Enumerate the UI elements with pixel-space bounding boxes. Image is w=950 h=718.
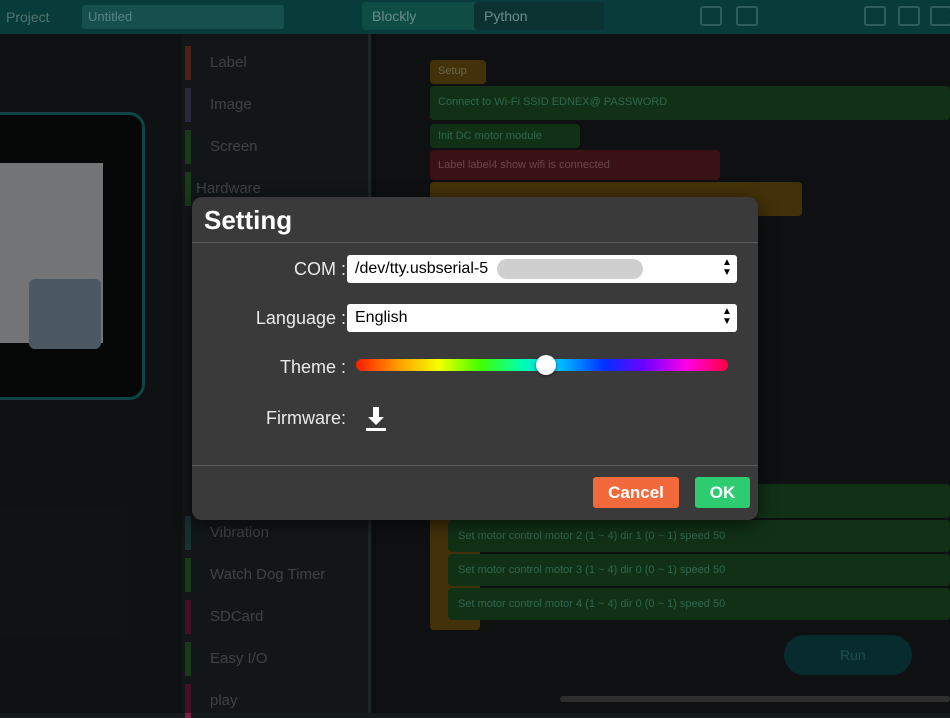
- firmware-label: Firmware:: [266, 408, 346, 428]
- com-select[interactable]: /dev/tty.usbserial-5 ▲ ▼: [347, 255, 737, 283]
- title-divider: [192, 242, 758, 243]
- com-value: /dev/tty.usbserial-5: [355, 260, 489, 277]
- cancel-button[interactable]: Cancel: [593, 477, 679, 508]
- theme-color-slider[interactable]: [356, 355, 728, 375]
- dialog-title: Setting: [204, 205, 293, 235]
- theme-label: Theme :: [279, 357, 346, 377]
- language-label: Language :: [255, 308, 346, 328]
- settings-dialog: Setting COM : /dev/tty.usbserial-5 ▲ ▼ La…: [192, 197, 758, 520]
- language-select[interactable]: English ▲ ▼: [347, 304, 737, 332]
- footer-divider: [192, 465, 758, 466]
- com-label: COM :: [294, 259, 346, 279]
- select-arrows-icon: ▲ ▼: [722, 306, 732, 327]
- download-icon[interactable]: [364, 405, 388, 433]
- ok-button[interactable]: OK: [695, 477, 750, 508]
- slider-knob[interactable]: [535, 355, 556, 375]
- redacted-port-mask: [497, 259, 643, 279]
- select-arrows-icon: ▲ ▼: [722, 257, 732, 278]
- language-value: English: [355, 309, 408, 326]
